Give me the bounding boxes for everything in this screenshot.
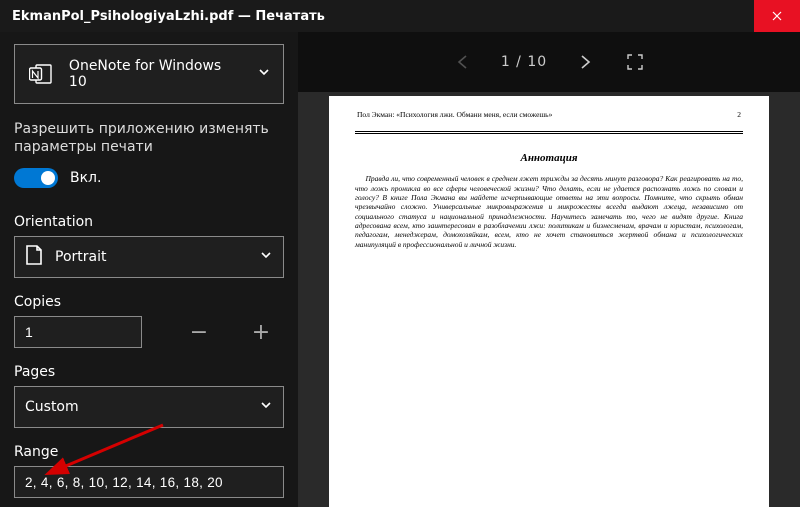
chevron-down-icon bbox=[257, 65, 271, 83]
pages-select[interactable]: Custom bbox=[14, 386, 284, 428]
orientation-value: Portrait bbox=[55, 249, 106, 265]
print-sidebar: OneNote for Windows 10 Разрешить приложе… bbox=[0, 32, 298, 507]
printer-name: OneNote for Windows 10 bbox=[69, 58, 243, 90]
toggle-state-label: Вкл. bbox=[70, 170, 101, 186]
title-bar: EkmanPol_PsihologiyaLzhi.pdf — Печатать bbox=[0, 0, 800, 32]
printer-select[interactable]: OneNote for Windows 10 bbox=[14, 44, 284, 104]
pages-value: Custom bbox=[25, 399, 79, 415]
copies-increment-button[interactable]: + bbox=[250, 320, 272, 345]
copies-input[interactable] bbox=[14, 316, 142, 348]
page-body-text: Правда ли, что современный человек в сре… bbox=[355, 174, 743, 249]
range-input[interactable] bbox=[14, 466, 284, 498]
page-preview-area[interactable]: Пол Экман: «Психология лжи. Обмани меня,… bbox=[298, 92, 800, 507]
orientation-select[interactable]: Portrait bbox=[14, 236, 284, 278]
current-page: 1 bbox=[501, 54, 511, 70]
pages-label: Pages bbox=[14, 364, 284, 380]
copies-decrement-button[interactable]: − bbox=[188, 320, 210, 345]
allow-change-caption: Разрешить приложению изменять параметры … bbox=[14, 120, 284, 156]
chevron-down-icon bbox=[259, 248, 273, 266]
preview-toolbar: 1 / 10 bbox=[298, 32, 800, 92]
close-icon bbox=[772, 11, 782, 21]
onenote-icon bbox=[27, 60, 55, 88]
portrait-icon bbox=[25, 244, 43, 270]
document-page: Пол Экман: «Психология лжи. Обмани меня,… bbox=[329, 96, 769, 507]
page-heading: Аннотация bbox=[355, 152, 743, 166]
range-label: Range bbox=[14, 444, 284, 460]
close-button[interactable] bbox=[754, 0, 800, 32]
window-title: EkmanPol_PsihologiyaLzhi.pdf — Печатать bbox=[12, 9, 325, 24]
copies-label: Copies bbox=[14, 294, 284, 310]
allow-change-toggle[interactable] bbox=[14, 168, 58, 188]
prev-page-button[interactable] bbox=[451, 50, 475, 74]
next-page-button[interactable] bbox=[573, 50, 597, 74]
page-indicator: 1 / 10 bbox=[501, 54, 547, 70]
page-running-head: Пол Экман: «Психология лжи. Обмани меня,… bbox=[355, 110, 743, 121]
fullscreen-button[interactable] bbox=[623, 50, 647, 74]
preview-pane: 1 / 10 Пол Экман: «Психология лжи. Обман… bbox=[298, 32, 800, 507]
chevron-down-icon bbox=[259, 398, 273, 416]
orientation-label: Orientation bbox=[14, 214, 284, 230]
toggle-knob bbox=[41, 171, 55, 185]
total-pages: 10 bbox=[527, 54, 547, 70]
